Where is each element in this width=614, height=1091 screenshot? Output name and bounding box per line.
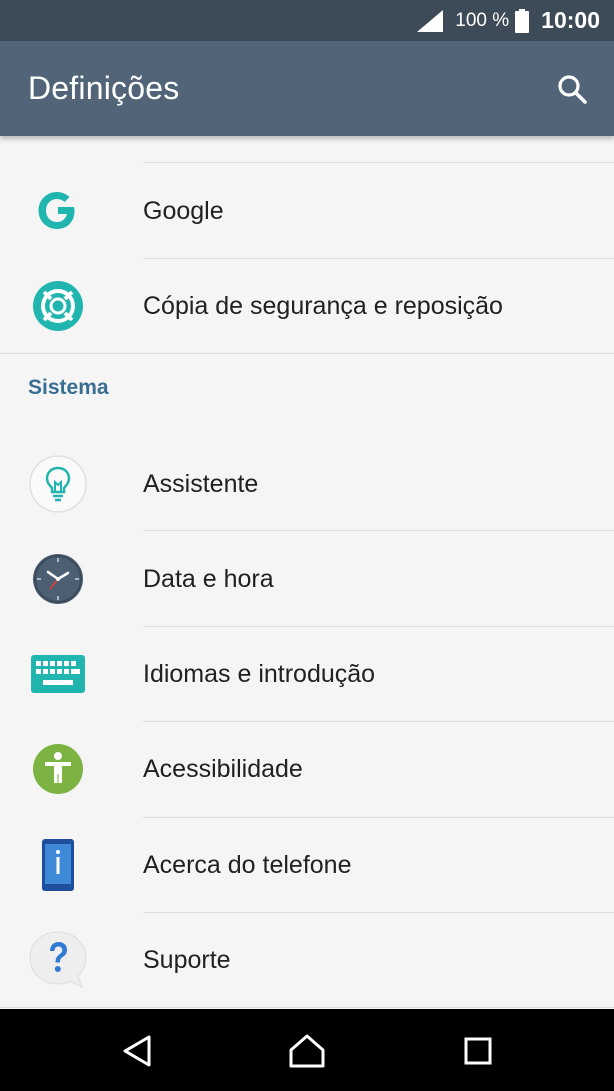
divider [0,1007,614,1008]
settings-item-about-phone[interactable]: Acerca do telefone [0,818,614,913]
divider [143,530,614,531]
home-button[interactable] [285,1029,329,1073]
settings-item-label: Acerca do telefone [143,851,352,879]
search-icon [558,75,587,104]
clock-time: 10:00 [541,7,600,33]
phone-info-icon [27,834,89,896]
battery-percent: 100 % [455,9,510,31]
divider [0,353,614,354]
page-title: Definições [28,70,180,106]
settings-item-assistant[interactable]: Assistente [0,437,614,532]
settings-item-label: Suporte [143,946,231,974]
home-icon [289,1034,325,1068]
navigation-bar [0,1009,614,1091]
settings-item-backup-reset[interactable]: Cópia de segurança e reposição [0,259,614,354]
lightbulb-icon [27,453,89,515]
settings-item-support[interactable]: Suporte [0,913,614,1008]
settings-item-accessibility[interactable]: Acessibilidade [0,722,614,817]
back-button[interactable] [115,1029,159,1073]
battery-icon [515,8,530,33]
settings-list: Google Cópia de segurança e reposição Si… [0,136,614,1009]
section-header-system: Sistema [28,376,109,399]
settings-item-date-time[interactable]: Data e hora [0,532,614,627]
settings-item-languages-input[interactable]: Idiomas e introdução [0,627,614,722]
signal-icon [417,9,444,32]
settings-item-label: Cópia de segurança e reposição [143,292,503,320]
recents-icon [464,1037,492,1065]
keyboard-icon [27,643,89,705]
status-bar: 100 % 10:00 [0,0,614,41]
settings-item-label: Assistente [143,470,259,498]
search-button[interactable] [550,67,594,111]
back-icon [123,1035,151,1067]
accessibility-icon [27,738,89,800]
help-icon [27,929,89,991]
backup-reset-icon [27,275,89,337]
settings-item-label: Data e hora [143,565,274,593]
settings-item-label: Acessibilidade [143,755,303,783]
divider [143,162,614,163]
settings-item-label: Idiomas e introdução [143,660,376,688]
recents-button[interactable] [456,1029,500,1073]
settings-item-label: Google [143,197,224,225]
app-bar: Definições [0,41,614,136]
settings-item-google[interactable]: Google [0,164,614,259]
clock-icon [27,548,89,610]
google-icon [27,180,89,242]
